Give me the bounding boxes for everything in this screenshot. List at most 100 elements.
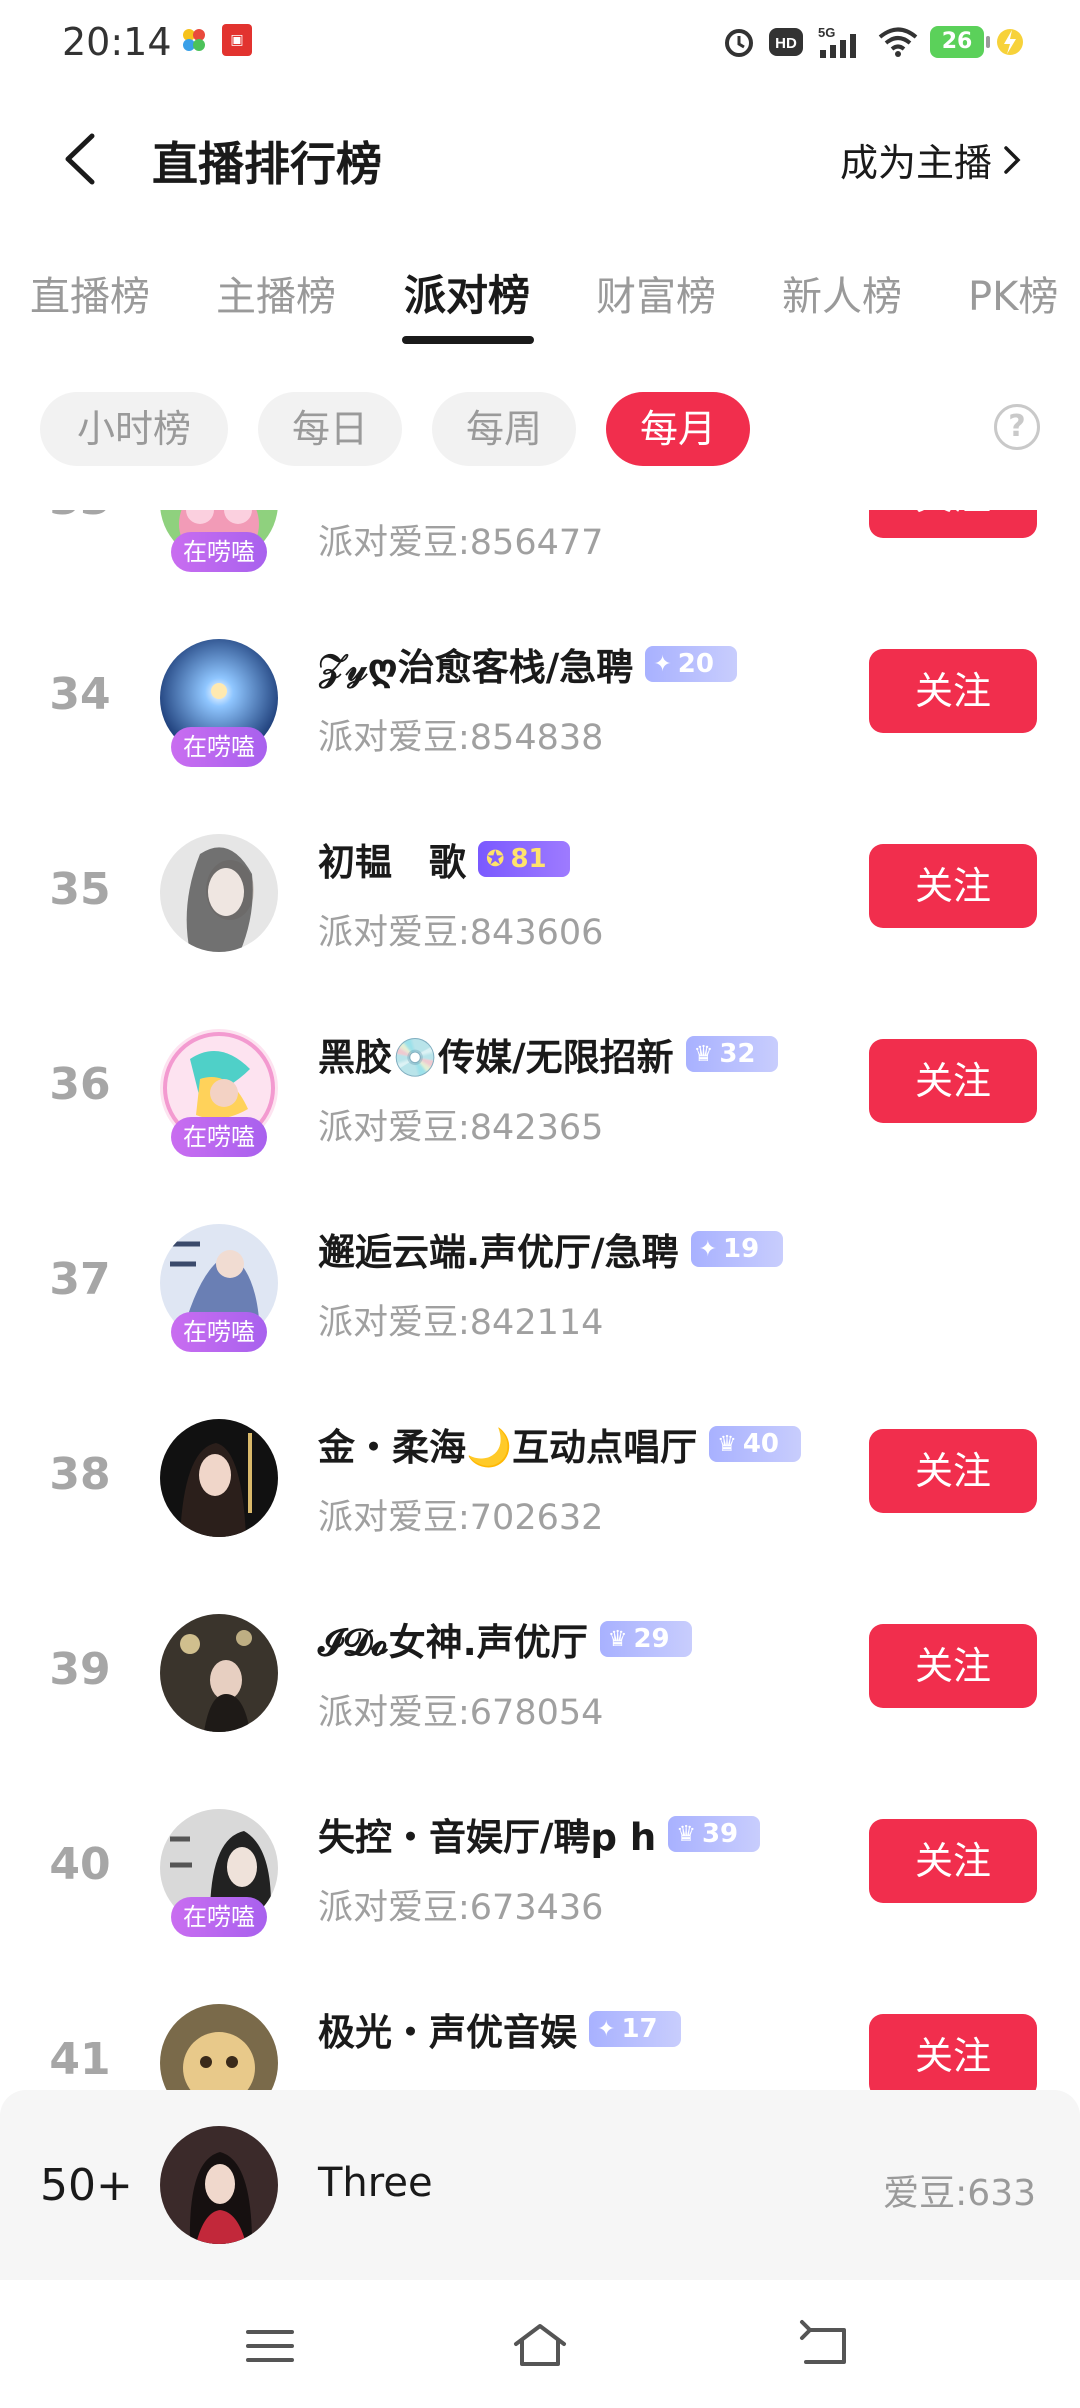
home-icon[interactable] bbox=[510, 2318, 570, 2374]
tab-party[interactable]: 派对榜 bbox=[404, 262, 530, 323]
alarm-icon bbox=[725, 29, 753, 57]
ranking-list[interactable]: 33 在唠嗑 派对爱豆:856477 关注 34 在唠嗑 𝒵𝓎ღ治愈客栈/急聘 … bbox=[0, 510, 1080, 2090]
room-name: 黑胶💿传媒/无限招新 bbox=[318, 1036, 674, 1079]
room-name: 初韫 歌 bbox=[318, 841, 466, 884]
my-score: 爱豆:633 bbox=[883, 2173, 1036, 2214]
menu-icon[interactable] bbox=[240, 2318, 300, 2374]
my-name: Three bbox=[318, 2160, 433, 2206]
party-score: 派对爱豆:842114 bbox=[318, 1303, 604, 1343]
follow-button[interactable]: 关注 bbox=[869, 2014, 1037, 2090]
live-status-badge: 在唠嗑 bbox=[171, 1897, 267, 1937]
tab-newcomer[interactable]: 新人榜 bbox=[782, 264, 902, 322]
level-value: 17 bbox=[621, 2014, 658, 2044]
live-status-badge: 在唠嗑 bbox=[171, 1312, 267, 1352]
party-score: 派对爱豆:843606 bbox=[318, 913, 604, 953]
list-item[interactable]: 33 在唠嗑 派对爱豆:856477 关注 bbox=[0, 510, 1080, 609]
follow-button[interactable]: 关注 bbox=[869, 1624, 1037, 1708]
wifi-icon bbox=[878, 27, 918, 57]
list-item[interactable]: 35 初韫 歌 ✪ 81 派对爱豆:843606 关注 bbox=[0, 804, 1080, 999]
list-item[interactable]: 34 在唠嗑 𝒵𝓎ღ治愈客栈/急聘 ✦ 20 派对爱豆:854838 关注 bbox=[0, 609, 1080, 804]
shopping-app-icon: ▣ bbox=[222, 24, 252, 56]
rank-number: 40 bbox=[49, 1839, 111, 1890]
avatar[interactable] bbox=[160, 2004, 278, 2090]
rank-number: 41 bbox=[49, 2034, 111, 2085]
room-name: 极光・声优音娱 bbox=[318, 2011, 577, 2054]
list-item[interactable]: 39 𝓘𝓓𝓸女神.声优厅 ♛ 29 派对爱豆:678054 关注 bbox=[0, 1584, 1080, 1779]
level-badge: ♛ 29 bbox=[599, 1621, 692, 1657]
my-rank-bar[interactable]: 50+ Three 爱豆:633 bbox=[0, 2090, 1080, 2280]
level-value: 20 bbox=[677, 649, 714, 679]
tab-pk[interactable]: PK榜 bbox=[968, 264, 1058, 322]
my-rank-number: 50+ bbox=[40, 2160, 133, 2211]
avatar[interactable] bbox=[160, 1419, 278, 1537]
list-item[interactable]: 36 在唠嗑 黑胶💿传媒/无限招新 ♛ 32 派对爱豆:842365 关注 bbox=[0, 999, 1080, 1194]
filter-monthly[interactable]: 每月 bbox=[606, 392, 750, 466]
return-icon[interactable] bbox=[796, 2318, 856, 2374]
room-name: 𝓘𝓓𝓸女神.声优厅 bbox=[318, 1621, 588, 1664]
rank-number: 35 bbox=[49, 864, 111, 915]
room-title: 黑胶💿传媒/无限招新 ♛ 32 bbox=[318, 1029, 778, 1079]
room-name: 失控・音娱厅/聘p h bbox=[318, 1816, 657, 1859]
list-item[interactable]: 40 在唠嗑 失控・音娱厅/聘p h ♛ 39 派对爱豆:673436 关注 bbox=[0, 1779, 1080, 1974]
follow-button[interactable]: 关注 bbox=[869, 1819, 1037, 1903]
list-item[interactable]: 38 金・柔海🌙互动点唱厅 ♛ 40 派对爱豆:702632 关注 bbox=[0, 1389, 1080, 1584]
rank-number: 39 bbox=[49, 1644, 111, 1695]
status-indicators: HD 5G 26 bbox=[722, 22, 1024, 62]
status-time: 20:14 bbox=[62, 20, 172, 64]
room-name: 金・柔海🌙互动点唱厅 bbox=[318, 1426, 698, 1469]
live-status-badge: 在唠嗑 bbox=[171, 1117, 267, 1157]
hd-icon: HD bbox=[769, 28, 803, 56]
svg-text:5G: 5G bbox=[818, 25, 835, 40]
page-title: 直播排行榜 bbox=[152, 137, 382, 191]
tab-anchor[interactable]: 主播榜 bbox=[216, 264, 336, 322]
charging-icon bbox=[997, 29, 1023, 55]
level-value: 32 bbox=[719, 1039, 756, 1069]
level-value: 81 bbox=[510, 844, 547, 874]
room-title: 极光・声优音娱 ✦ 17 bbox=[318, 2004, 681, 2054]
become-anchor-label: 成为主播 bbox=[839, 141, 992, 185]
room-title: 初韫 歌 ✪ 81 bbox=[318, 834, 570, 884]
list-item[interactable]: 41 极光・声优音娱 ✦ 17 关注 bbox=[0, 1974, 1080, 2090]
become-anchor-link[interactable]: 成为主播 bbox=[840, 132, 1024, 187]
party-score: 派对爱豆:702632 bbox=[318, 1498, 604, 1538]
follow-button[interactable]: 关注 bbox=[869, 844, 1037, 928]
level-badge: ♛ 32 bbox=[685, 1036, 778, 1072]
level-badge: ♛ 39 bbox=[668, 1816, 761, 1852]
ranking-tabs: 直播榜 主播榜 派对榜 财富榜 新人榜 PK榜 bbox=[0, 250, 1080, 350]
level-badge: ✦ 17 bbox=[589, 2011, 681, 2047]
star-icon: ✦ bbox=[698, 1236, 718, 1262]
back-chevron-icon[interactable] bbox=[50, 124, 120, 194]
level-value: 40 bbox=[742, 1429, 779, 1459]
star-icon: ✦ bbox=[597, 2016, 616, 2042]
question-circle-icon[interactable]: ? bbox=[994, 404, 1040, 450]
avatar[interactable] bbox=[160, 2126, 278, 2244]
crown-icon: ♛ bbox=[717, 1431, 737, 1457]
live-status-badge: 在唠嗑 bbox=[171, 532, 267, 572]
rank-number: 36 bbox=[49, 1059, 111, 1110]
crown-icon: ♛ bbox=[676, 1821, 696, 1847]
filter-daily[interactable]: 每日 bbox=[258, 392, 402, 466]
svg-text:HD: HD bbox=[775, 35, 797, 52]
filter-weekly[interactable]: 每周 bbox=[432, 392, 576, 466]
avatar[interactable] bbox=[160, 834, 278, 952]
tab-live[interactable]: 直播榜 bbox=[30, 264, 150, 322]
filter-hourly[interactable]: 小时榜 bbox=[40, 392, 228, 466]
status-bar: 20:14 ▣ HD 5G 26 bbox=[0, 0, 1080, 86]
follow-button[interactable]: 关注 bbox=[869, 510, 1037, 538]
signal-5g-icon: 5G bbox=[818, 25, 856, 58]
avatar[interactable] bbox=[160, 1614, 278, 1732]
live-status-badge: 在唠嗑 bbox=[171, 727, 267, 767]
rank-number: 34 bbox=[49, 669, 111, 720]
follow-button[interactable]: 关注 bbox=[869, 1039, 1037, 1123]
level-badge: ✦ 20 bbox=[645, 646, 738, 682]
system-nav-bar bbox=[0, 2280, 1080, 2408]
party-score: 派对爱豆:854838 bbox=[318, 718, 604, 758]
star-icon: ✦ bbox=[653, 651, 672, 677]
level-value: 39 bbox=[701, 1819, 739, 1849]
follow-button[interactable]: 关注 bbox=[869, 1429, 1037, 1513]
tab-wealth[interactable]: 财富榜 bbox=[596, 264, 716, 322]
room-title: 邂逅云端.声优厅/急聘 ✦ 19 bbox=[318, 1224, 783, 1274]
rank-number: 33 bbox=[0, 510, 160, 525]
follow-button[interactable]: 关注 bbox=[869, 649, 1037, 733]
list-item[interactable]: 37 在唠嗑 邂逅云端.声优厅/急聘 ✦ 19 派对爱豆:842114 bbox=[0, 1194, 1080, 1389]
